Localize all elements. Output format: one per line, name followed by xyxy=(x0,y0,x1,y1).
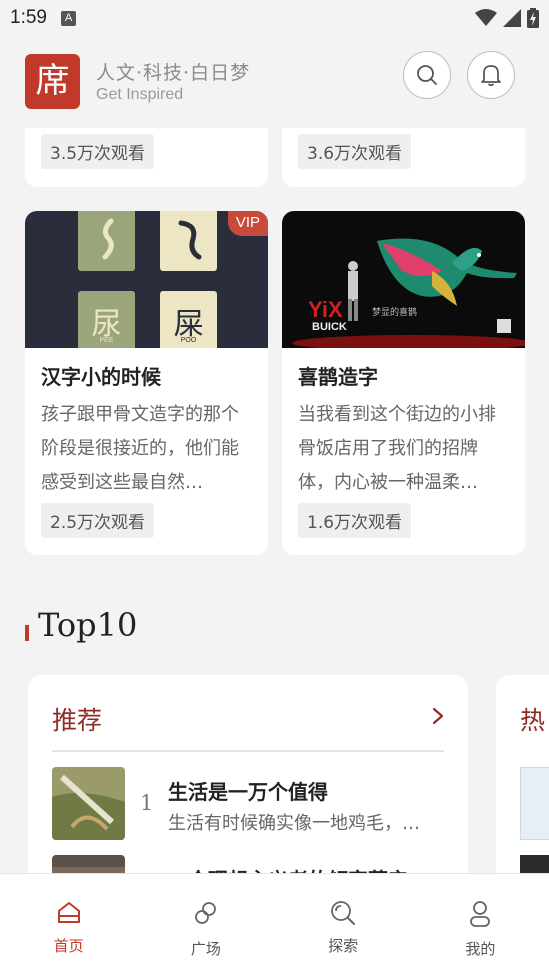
battery-icon xyxy=(527,8,539,28)
card-title: 喜鹊造字 xyxy=(298,365,378,389)
signal-icon xyxy=(503,9,521,27)
nav-label: 广场 xyxy=(190,940,221,958)
plaza-icon xyxy=(194,902,216,924)
view-count: 2.5万次观看 xyxy=(41,503,155,538)
status-indicators xyxy=(475,8,539,28)
wifi-icon xyxy=(475,9,497,26)
item-thumbnail xyxy=(52,767,125,840)
nav-explore[interactable]: 探索 xyxy=(275,874,412,977)
bell-icon xyxy=(481,65,501,87)
bottom-navigation: 首页 广场 探索 我的 xyxy=(0,873,549,977)
nav-label: 首页 xyxy=(53,937,84,955)
item-thumbnail xyxy=(52,855,125,873)
video-card[interactable]: 3.6万次观看 xyxy=(282,128,525,187)
explore-icon xyxy=(331,901,356,925)
item-title: 一个理想主义者的倾家荡产 xyxy=(168,864,408,873)
header-slogan: 人文·科技·白日梦 xyxy=(96,62,251,84)
list-item[interactable]: 2 一个理想主义者的倾家荡产 xyxy=(52,855,444,873)
thumb-subtext: POO xyxy=(180,337,197,344)
chevron-right-icon[interactable] xyxy=(432,707,444,725)
thumb-caption: 梦显的喜鹊 xyxy=(372,308,418,318)
nav-plaza[interactable]: 广场 xyxy=(137,874,274,977)
card-description: 当我看到这个街边的小排骨饭店用了我们的招牌体，内心被一种温柔… xyxy=(298,404,496,493)
notifications-button[interactable] xyxy=(467,51,515,99)
thumb-logo: BUICK xyxy=(312,321,347,333)
view-count: 1.6万次观看 xyxy=(298,503,412,538)
item-thumbnail xyxy=(520,855,549,873)
thumb-text: YiX xyxy=(308,297,343,322)
thumb-subtext: PEE xyxy=(99,337,114,344)
top-list-title: 推荐 xyxy=(52,706,103,735)
video-card[interactable]: YiX BUICK 梦显的喜鹊 喜鹊造字 当我看到这个街边的小排骨饭店用了我们的… xyxy=(282,211,525,555)
status-bar: 1:59 A xyxy=(0,0,549,36)
item-thumbnail xyxy=(520,767,549,840)
card-description: 孩子跟甲骨文造字的那个阶段是很接近的，他们能感受到这些最自然… xyxy=(41,404,239,493)
view-count: 3.6万次观看 xyxy=(298,134,412,169)
vip-badge: VIP xyxy=(227,211,268,236)
header-tagline: Get Inspired xyxy=(96,86,184,103)
video-card[interactable]: 3.5万次观看 xyxy=(25,128,268,187)
section-title: Top10 xyxy=(38,606,138,644)
section-marker xyxy=(25,625,29,641)
top-list-title: 热 xyxy=(520,706,546,735)
home-icon xyxy=(57,902,80,923)
search-button[interactable] xyxy=(403,51,451,99)
list-item[interactable]: 1 生活是一万个值得 生活有时候确实像一地鸡毛，… xyxy=(52,767,444,841)
divider xyxy=(52,750,444,752)
card-title: 汉字小的时候 xyxy=(41,365,161,389)
nav-home[interactable]: 首页 xyxy=(0,874,137,977)
card-thumbnail: YiX BUICK 梦显的喜鹊 xyxy=(282,211,525,348)
notification-icon: A xyxy=(60,10,76,26)
view-count: 3.5万次观看 xyxy=(41,134,155,169)
item-title: 生活是一万个值得 xyxy=(168,780,328,804)
top-list-card[interactable]: 热 xyxy=(496,675,549,873)
rank-number: 1 xyxy=(140,791,154,815)
content-feed[interactable]: 3.5万次观看 3.6万次观看 尿 屎 PEE POO VIP 汉字小的时候 孩… xyxy=(0,128,549,873)
search-icon xyxy=(417,65,437,85)
app-logo: 席 xyxy=(25,54,80,109)
nav-label: 我的 xyxy=(465,940,496,958)
nav-profile[interactable]: 我的 xyxy=(412,874,549,977)
app-header: 席 人文·科技·白日梦 Get Inspired xyxy=(0,36,549,128)
top-list-card[interactable]: 推荐 1 生活是一万个值得 生活有时候确实像一地鸡毛，… 2 一个理想主义者的倾… xyxy=(28,675,468,873)
nav-label: 探索 xyxy=(328,937,359,955)
profile-icon xyxy=(470,901,491,927)
video-card[interactable]: 尿 屎 PEE POO VIP 汉字小的时候 孩子跟甲骨文造字的那个阶段是很接近… xyxy=(25,211,268,555)
item-subtitle: 生活有时候确实像一地鸡毛，… xyxy=(168,813,420,834)
status-time: 1:59 xyxy=(10,7,47,28)
